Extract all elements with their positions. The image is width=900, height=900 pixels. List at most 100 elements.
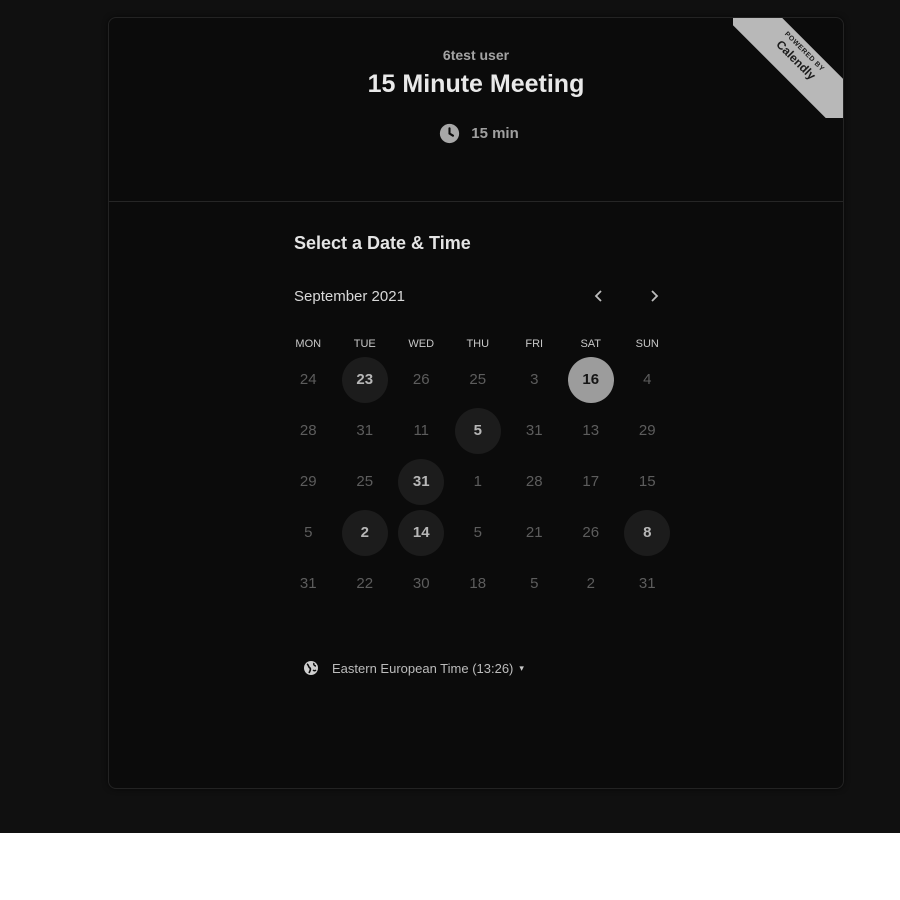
calendar-cell: 25 xyxy=(450,354,507,405)
weekday-label: SUN xyxy=(635,338,659,350)
chevron-right-icon xyxy=(651,290,659,302)
unavailable-day: 3 xyxy=(530,371,539,388)
calendar-cell: 22 xyxy=(337,558,394,609)
month-label: September 2021 xyxy=(294,288,405,305)
calendar-cell: 5 xyxy=(506,558,563,609)
calendar-cell: 31 xyxy=(393,456,450,507)
calendar-cell: 4 xyxy=(619,354,676,405)
select-date-heading: Select a Date & Time xyxy=(294,233,471,253)
calendar-cell: 23 xyxy=(337,354,394,405)
unavailable-day: 18 xyxy=(469,575,487,592)
unavailable-day: 5 xyxy=(530,575,539,592)
unavailable-day: 11 xyxy=(413,422,430,439)
unavailable-day: 25 xyxy=(469,371,487,388)
calendar-cell: 31 xyxy=(619,558,676,609)
next-month-button[interactable] xyxy=(640,282,668,310)
available-day-button[interactable]: 14 xyxy=(398,509,445,556)
calendar-cell: 28 xyxy=(506,456,563,507)
unavailable-day: 4 xyxy=(643,371,652,388)
unavailable-day: 13 xyxy=(582,422,600,439)
timezone-label: Eastern European Time (13:26) xyxy=(332,660,514,676)
selected-day-button[interactable]: 16 xyxy=(567,356,614,403)
unavailable-day: 21 xyxy=(525,524,543,541)
unavailable-day: 5 xyxy=(304,524,313,541)
unavailable-day: 30 xyxy=(412,575,430,592)
calendar-cell: 31 xyxy=(337,405,394,456)
unavailable-day: 25 xyxy=(356,473,374,490)
unavailable-day: 22 xyxy=(356,575,374,592)
calendar-cell: 18 xyxy=(450,558,507,609)
clock-icon xyxy=(440,123,460,144)
weekday-label: WED xyxy=(408,338,435,350)
weekday-label: SAT xyxy=(580,338,602,350)
calendar-cell: 3 xyxy=(506,354,563,405)
calendar-cell: 21 xyxy=(506,507,563,558)
unavailable-day: 31 xyxy=(638,575,656,592)
weekday-label: TUE xyxy=(353,338,376,350)
available-day-button[interactable]: 23 xyxy=(341,356,388,403)
calendar-cell: 25 xyxy=(337,456,394,507)
unavailable-day: 29 xyxy=(638,422,656,439)
globe-icon xyxy=(304,661,318,675)
calendar-grid: 24 23 26 25 3 16 4 28 31 11 5 31 13 29 29 25 31 1 28 17 15 5 2… xyxy=(280,354,676,609)
unavailable-day: 26 xyxy=(582,524,600,541)
weekday-header: MON TUE WED THU FRI SAT SUN xyxy=(280,338,676,350)
unavailable-day: 2 xyxy=(586,575,595,592)
calendar-cell: 15 xyxy=(619,456,676,507)
available-day-button[interactable]: 2 xyxy=(341,509,388,556)
calendar-cell: 1 xyxy=(450,456,507,507)
calendar-week-row: 31 22 30 18 5 2 31 xyxy=(280,558,676,609)
calendar-week-row: 5 2 14 5 21 26 8 xyxy=(280,507,676,558)
available-day-button[interactable]: 8 xyxy=(624,509,671,556)
calendar-week-row: 29 25 31 1 28 17 15 xyxy=(280,456,676,507)
calendar-cell: 26 xyxy=(393,354,450,405)
available-day-button[interactable]: 5 xyxy=(454,407,501,454)
chevron-left-icon xyxy=(594,290,602,302)
weekday-label: FRI xyxy=(525,338,544,350)
prev-month-button[interactable] xyxy=(585,282,613,310)
calendar-cell: 13 xyxy=(563,405,620,456)
unavailable-day: 24 xyxy=(299,371,317,388)
calendar-cell: 2 xyxy=(563,558,620,609)
available-day-button[interactable]: 31 xyxy=(398,458,445,505)
powered-by-ribbon[interactable]: POWERED BY Calendly xyxy=(733,18,843,118)
unavailable-day: 1 xyxy=(473,473,482,490)
unavailable-day: 5 xyxy=(473,524,482,541)
weekday-label: THU xyxy=(466,338,490,350)
calendar-cell: 16 xyxy=(563,354,620,405)
calendar-cell: 5 xyxy=(450,405,507,456)
powered-by-badge[interactable]: POWERED BY Calendly xyxy=(733,18,843,118)
calendar-cell: 2 xyxy=(337,507,394,558)
page-background: 6test user 15 Minute Meeting 15 min POWE… xyxy=(0,0,900,833)
powered-by-text: POWERED BY xyxy=(782,30,826,74)
calendar-cell: 11 xyxy=(393,405,450,456)
calendar-cell: 26 xyxy=(563,507,620,558)
event-duration: 15 min xyxy=(109,123,843,144)
unavailable-day: 28 xyxy=(525,473,543,490)
scheduling-card: 6test user 15 Minute Meeting 15 min POWE… xyxy=(108,17,844,789)
unavailable-day: 28 xyxy=(299,422,317,439)
caret-down-icon: ▾ xyxy=(519,662,524,673)
calendar-cell: 17 xyxy=(563,456,620,507)
calendar-cell: 29 xyxy=(619,405,676,456)
calendar-week-row: 24 23 26 25 3 16 4 xyxy=(280,354,676,405)
calendar-cell: 29 xyxy=(280,456,337,507)
calendar-cell: 31 xyxy=(280,558,337,609)
calendar-cell: 30 xyxy=(393,558,450,609)
timezone-selector[interactable]: Eastern European Time (13:26) ▾ xyxy=(303,660,524,676)
weekday-label: MON xyxy=(295,338,322,350)
unavailable-day: 17 xyxy=(582,473,600,490)
calendar-cell: 14 xyxy=(393,507,450,558)
unavailable-day: 29 xyxy=(299,473,317,490)
unavailable-day: 26 xyxy=(412,371,430,388)
calendar-cell: 5 xyxy=(450,507,507,558)
unavailable-day: 31 xyxy=(525,422,543,439)
unavailable-day: 15 xyxy=(638,473,656,490)
event-header: 6test user 15 Minute Meeting 15 min POWE… xyxy=(109,18,843,202)
unavailable-day: 31 xyxy=(356,422,374,439)
unavailable-day: 31 xyxy=(299,575,317,592)
calendar-cell: 31 xyxy=(506,405,563,456)
calendar-cell: 8 xyxy=(619,507,676,558)
duration-label: 15 min xyxy=(471,125,519,142)
calendar-cell: 5 xyxy=(280,507,337,558)
